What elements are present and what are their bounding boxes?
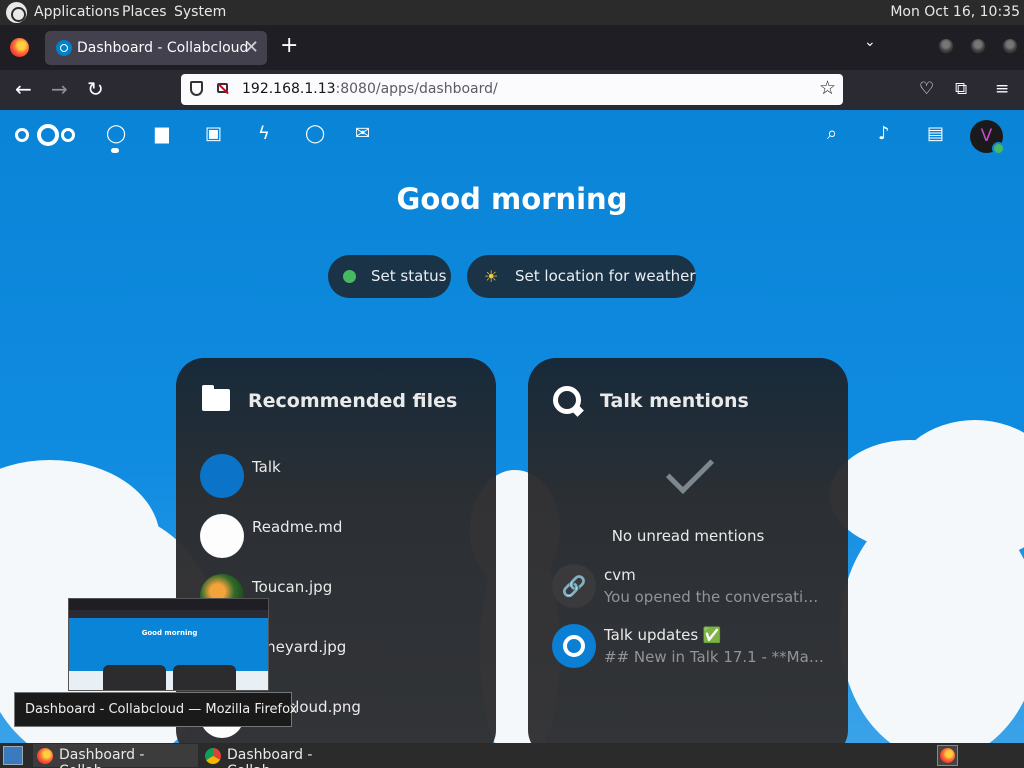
conversation-preview: ## New in Talk 17.1 - **Markdown support… xyxy=(604,648,826,666)
bookmark-star-icon[interactable]: ☆ xyxy=(819,77,836,99)
empty-state-text: No unread mentions xyxy=(611,527,765,545)
link-icon: 🔗 xyxy=(552,564,596,608)
file-name: Toucan.jpg xyxy=(252,578,333,596)
ubuntu-logo-icon[interactable] xyxy=(6,2,27,23)
file-item[interactable]: Talk xyxy=(200,454,480,498)
talk-icon xyxy=(552,624,596,668)
set-status-button[interactable]: Set status xyxy=(328,255,451,298)
mail-app-icon[interactable]: ✉ xyxy=(355,124,370,144)
active-app-indicator xyxy=(111,148,119,153)
system-menu[interactable]: System xyxy=(174,4,226,20)
talk-mentions-panel: Talk mentions No unread mentions 🔗 cvm Y… xyxy=(528,358,848,743)
files-app-icon[interactable]: ▆ xyxy=(155,124,169,144)
folder-thumbnail-icon xyxy=(200,454,244,498)
conversation-preview: You opened the conversation to everyone xyxy=(604,588,826,606)
url-host: 192.168.1.13 xyxy=(242,81,336,97)
online-status-badge xyxy=(992,142,1005,155)
folder-icon xyxy=(202,385,230,411)
conversation-item[interactable]: Talk updates ✅ ## New in Talk 17.1 - **M… xyxy=(552,624,842,668)
panel-title[interactable]: Talk mentions xyxy=(600,390,749,412)
logo-circle-center xyxy=(37,124,59,146)
window-tooltip: Dashboard - Collabcloud — Mozilla Firefo… xyxy=(14,692,297,727)
bottom-taskbar: Dashboard - Collab... Dashboard - Collab… xyxy=(0,743,1024,768)
taskbar-label: Dashboard - Collab... xyxy=(59,747,145,768)
tab-title: Dashboard - Collabcloud xyxy=(77,40,249,56)
nextcloud-logo-icon[interactable] xyxy=(15,124,77,146)
conversation-item[interactable]: 🔗 cvm You opened the conversation to eve… xyxy=(552,564,842,608)
insecure-lock-icon[interactable] xyxy=(217,83,228,93)
status-online-icon xyxy=(343,270,356,283)
checkmark-icon xyxy=(665,445,715,495)
conversation-name: Talk updates ✅ xyxy=(604,626,722,644)
url-path: :8080/apps/dashboard/ xyxy=(335,81,498,97)
tab-close-icon[interactable]: ✕ xyxy=(244,37,259,58)
browser-tab[interactable]: Dashboard - Collabcloud ✕ xyxy=(45,31,267,65)
url-bar[interactable]: 192.168.1.13:8080/apps/dashboard/ ☆ xyxy=(181,74,843,105)
navigation-toolbar: ← → ↻ 192.168.1.13:8080/apps/dashboard/ … xyxy=(0,70,1024,110)
firefox-icon xyxy=(37,748,53,764)
avatar-initial: V xyxy=(980,126,993,146)
preview-cloud xyxy=(69,671,268,690)
top-panel: Applications Places System Mon Oct 16, 1… xyxy=(0,0,1024,25)
preview-panel xyxy=(103,665,166,690)
dashboard-app-icon[interactable]: ◯ xyxy=(106,124,126,144)
places-menu[interactable]: Places xyxy=(122,4,167,20)
applications-menu[interactable]: Applications xyxy=(34,4,120,20)
preview-panel xyxy=(173,665,236,690)
url-text[interactable]: 192.168.1.13:8080/apps/dashboard/ xyxy=(242,81,498,97)
nextcloud-header: ◯ ▆ ▣ ϟ ◯ ✉ ⌕ ♪ ▤ V xyxy=(0,110,1024,160)
tracking-shield-icon[interactable] xyxy=(190,81,203,96)
preview-url-bar xyxy=(69,610,268,618)
taskbar-item-chrome[interactable]: Dashboard - Collab... xyxy=(201,744,366,768)
file-name: Talk xyxy=(252,458,281,476)
conversation-name: cvm xyxy=(604,566,636,584)
file-item[interactable]: Readme.md xyxy=(200,514,480,558)
logo-circle-right xyxy=(61,128,75,142)
nextcloud-favicon-icon xyxy=(56,40,72,56)
back-button[interactable]: ← xyxy=(15,78,32,100)
pocket-icon[interactable]: ♡ xyxy=(919,79,934,99)
clock[interactable]: Mon Oct 16, 10:35 xyxy=(890,4,1020,20)
firefox-icon[interactable] xyxy=(10,38,29,57)
talk-app-icon[interactable]: ◯ xyxy=(305,124,325,144)
set-weather-location-button[interactable]: ☀ Set location for weather xyxy=(467,255,696,298)
notifications-bell-icon[interactable]: ♪ xyxy=(878,124,890,144)
set-status-label: Set status xyxy=(371,267,447,285)
chrome-icon xyxy=(205,748,221,764)
forward-button[interactable]: → xyxy=(51,78,68,100)
preview-greeting: Good morning xyxy=(141,629,198,637)
weather-label: Set location for weather xyxy=(515,267,696,285)
weather-sun-icon: ☀ xyxy=(484,267,499,286)
taskbar-item-firefox[interactable]: Dashboard - Collab... xyxy=(33,744,198,768)
taskbar-label: Dashboard - Collab... xyxy=(227,747,313,768)
file-name: Readme.md xyxy=(252,518,343,536)
show-desktop-icon[interactable] xyxy=(3,746,23,765)
greeting-heading: Good morning xyxy=(396,182,628,216)
photos-app-icon[interactable]: ▣ xyxy=(205,124,222,144)
user-avatar[interactable]: V xyxy=(970,120,1005,155)
window-preview-thumbnail[interactable]: Good morning xyxy=(68,598,269,691)
logo-circle-left xyxy=(15,128,29,142)
extensions-icon[interactable]: ⧉ xyxy=(955,79,967,99)
new-tab-button[interactable]: + xyxy=(280,33,298,59)
minimize-button[interactable] xyxy=(938,38,954,54)
talk-icon xyxy=(553,386,581,414)
close-window-button[interactable] xyxy=(1002,38,1018,54)
activity-app-icon[interactable]: ϟ xyxy=(258,124,270,144)
reload-button[interactable]: ↻ xyxy=(87,78,104,100)
menu-icon[interactable]: ≡ xyxy=(995,79,1009,99)
contacts-icon[interactable]: ▤ xyxy=(927,124,944,144)
document-thumbnail-icon xyxy=(200,514,244,558)
tab-list-chevron-icon[interactable]: ⌄ xyxy=(864,34,876,50)
search-icon[interactable]: ⌕ xyxy=(827,124,837,144)
panel-title[interactable]: Recommended files xyxy=(248,390,457,412)
maximize-button[interactable] xyxy=(970,38,986,54)
tray-firefox-icon[interactable] xyxy=(937,745,958,766)
preview-tab-bar xyxy=(69,599,268,610)
